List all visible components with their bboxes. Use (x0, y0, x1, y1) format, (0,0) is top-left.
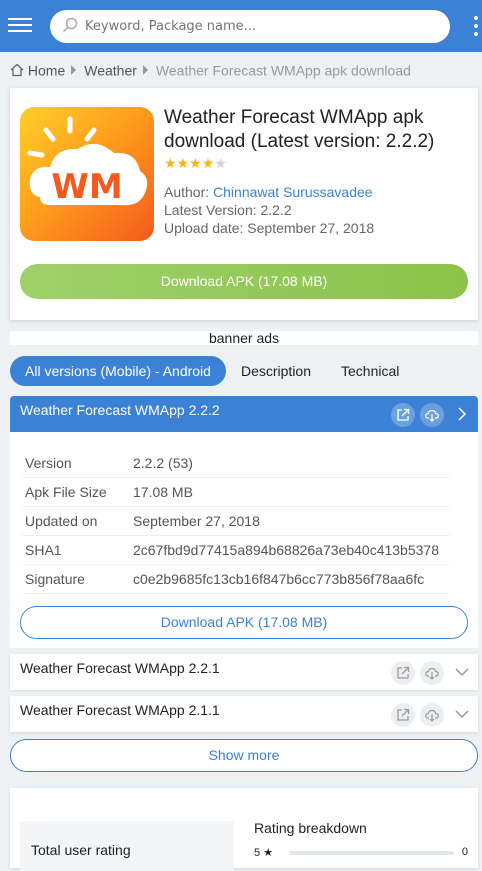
breadcrumb-home[interactable]: Home (28, 62, 65, 78)
spec-value: 17.08 MB (133, 484, 193, 500)
spec-row: Apk File Size 17.08 MB (22, 478, 450, 507)
author-label: Author: (164, 184, 210, 200)
menu-icon[interactable] (8, 14, 32, 36)
rating-card: Total user rating Rating breakdown 5 ★ 0 (10, 788, 478, 871)
chevron-right-icon[interactable] (454, 406, 470, 422)
version-title: Weather Forecast WMApp 2.2.2 (20, 402, 220, 418)
star-icon: ★ (263, 847, 274, 859)
search-input[interactable] (85, 10, 440, 43)
spec-value: September 27, 2018 (133, 513, 260, 529)
breadcrumb-current: Weather Forecast WMApp apk download (155, 62, 411, 79)
top-bar (0, 0, 482, 52)
download-apk-button[interactable]: Download APK (17.08 MB) (20, 264, 468, 299)
spec-value: 2c67fbd9d77415a894b68826a73eb40c413b5378 (133, 542, 439, 558)
author-link[interactable]: Chinnawat Surussavadee (213, 184, 373, 200)
rating-breakdown-row: 5 ★ 0 (254, 846, 468, 860)
breadcrumb-category[interactable]: Weather (84, 62, 137, 78)
upload-date: Upload date: September 27, 2018 (164, 220, 375, 236)
spec-key: Updated on (25, 513, 98, 529)
spec-row: Updated on September 27, 2018 (22, 507, 450, 536)
total-rating-label: Total user rating (31, 842, 131, 858)
download-version-button[interactable]: Download APK (17.08 MB) (20, 606, 468, 639)
rating-breakdown-title: Rating breakdown (254, 820, 367, 836)
app-card: WM Weather Forecast WMApp apk download (… (10, 88, 478, 320)
banner-ads: banner ads (10, 331, 478, 345)
spec-row: SHA1 2c67fbd9d77415a894b68826a73eb40c413b… (22, 536, 450, 565)
open-link-icon[interactable] (391, 661, 415, 685)
rating-bar (289, 851, 454, 855)
rating-row-label: 5 ★ (254, 847, 274, 859)
breadcrumb-separator-icon (71, 65, 77, 76)
spec-key: Version (25, 455, 72, 471)
author-line: Author: Chinnawat Surussavadee (164, 184, 373, 200)
open-link-icon[interactable] (391, 703, 415, 727)
app-title: Weather Forecast WMApp apk download (Lat… (164, 107, 435, 152)
breadcrumb-separator-icon (142, 65, 148, 76)
show-more-button[interactable]: Show more (10, 739, 478, 772)
search-box[interactable] (50, 10, 450, 43)
chevron-down-icon[interactable] (454, 706, 470, 722)
cloud-download-icon[interactable] (420, 661, 444, 685)
home-icon (10, 63, 24, 77)
star-icon: ★ (176, 155, 190, 171)
cloud-download-icon[interactable] (420, 703, 444, 727)
open-link-icon[interactable] (391, 403, 415, 427)
spec-value: c0e2b9685fc13cb16f847b6cc773b856f78aa6fc (133, 571, 425, 587)
star-icon: ★ (189, 155, 202, 171)
spec-key: Apk File Size (25, 484, 107, 500)
version-header[interactable]: Weather Forecast WMApp 2.2.1 (10, 654, 478, 690)
version-details: Version 2.2.2 (53) Apk File Size 17.08 MB … (10, 432, 478, 648)
rating-stars: ★★★★★ (164, 156, 227, 170)
star-icon: ★ (164, 155, 177, 171)
tab-description[interactable]: Description (226, 356, 326, 386)
app-icon-label: WM (51, 167, 122, 207)
version-header[interactable]: Weather Forecast WMApp 2.1.1 (10, 696, 478, 732)
tab-all-versions[interactable]: All versions (Mobile) - Android (10, 356, 226, 386)
version-title: Weather Forecast WMApp 2.1.1 (20, 702, 220, 718)
version-title: Weather Forecast WMApp 2.2.1 (20, 660, 220, 676)
tab-bar: All versions (Mobile) - Android Descripti… (10, 356, 414, 386)
latest-version: Latest Version: 2.2.2 (164, 202, 292, 218)
star-icon: ★ (201, 155, 215, 171)
rating-count: 0 (461, 846, 468, 858)
cloud-download-icon[interactable] (420, 403, 444, 427)
total-rating-box: Total user rating (20, 821, 234, 871)
search-icon (62, 17, 78, 33)
spec-key: SHA1 (25, 542, 62, 558)
spec-table: Version 2.2.2 (53) Apk File Size 17.08 MB … (22, 449, 450, 594)
tab-technical[interactable]: Technical (326, 356, 414, 386)
chevron-down-icon[interactable] (454, 664, 470, 680)
spec-value: 2.2.2 (53) (133, 455, 193, 471)
star-icon: ★ (214, 155, 227, 171)
more-options-icon[interactable] (474, 16, 482, 38)
version-header[interactable]: Weather Forecast WMApp 2.2.2 (10, 396, 478, 432)
spec-row: Signature c0e2b9685fc13cb16f847b6cc773b85… (22, 565, 450, 594)
breadcrumb: Home Weather Weather Forecast WMApp apk do… (10, 61, 411, 79)
spec-key: Signature (25, 571, 85, 587)
spec-row: Version 2.2.2 (53) (22, 449, 450, 478)
app-icon: WM (20, 107, 154, 241)
